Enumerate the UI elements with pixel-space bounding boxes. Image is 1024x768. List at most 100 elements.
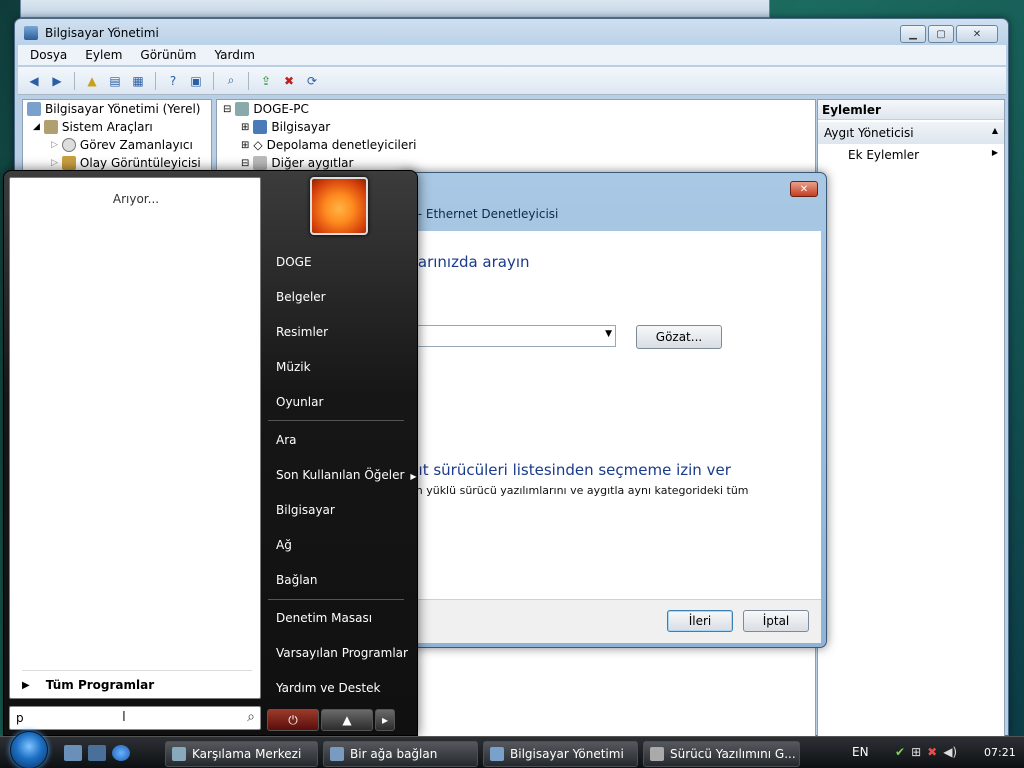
dialog-close-button[interactable]: ✕: [790, 181, 818, 197]
dialog-title: r - Ethernet Denetleyicisi: [409, 207, 559, 221]
uninstall-icon[interactable]: ✖: [279, 71, 299, 91]
start-item-computer[interactable]: Bilgisayar: [276, 503, 335, 517]
start-item-pictures[interactable]: Resimler: [276, 325, 328, 339]
forward-icon[interactable]: ▶: [47, 71, 67, 91]
start-item-default-programs[interactable]: Varsayılan Programlar: [276, 646, 408, 660]
clock-icon: [61, 138, 76, 152]
dialog-heading: yarınızda arayın: [409, 253, 530, 271]
start-button[interactable]: [10, 731, 48, 768]
menu-help[interactable]: Yardım: [214, 48, 254, 62]
start-item-control-panel[interactable]: Denetim Masası: [276, 611, 372, 625]
path-combobox[interactable]: ▼: [409, 325, 616, 347]
computer-icon: [235, 102, 250, 116]
tree-node-system-tools[interactable]: ◢ Sistem Araçları: [33, 120, 153, 134]
up-folder-icon[interactable]: ▲: [82, 71, 102, 91]
taskbar: Karşılama Merkezi Bir ağa bağlan Bilgisa…: [0, 731, 1024, 768]
tree-node-task-scheduler[interactable]: ▷ Görev Zamanlayıcı: [51, 138, 193, 152]
view-icon[interactable]: ▣: [186, 71, 206, 91]
scan-hardware-icon[interactable]: ⌕: [221, 71, 241, 91]
properties-icon[interactable]: ▦: [128, 71, 148, 91]
close-button[interactable]: ✕: [956, 25, 998, 43]
computer-management-icon: [27, 102, 41, 116]
back-icon[interactable]: ◀: [24, 71, 44, 91]
toolbar: ◀ ▶ ▲ ▤ ▦ ? ▣ ⌕ ⇪ ✖ ⟳: [18, 67, 1006, 95]
volume-icon[interactable]: ◀): [943, 745, 957, 759]
start-item-search[interactable]: Ara: [276, 433, 297, 447]
expand-icon: ⊞: [241, 121, 250, 133]
start-item-connect[interactable]: Bağlan: [276, 573, 318, 587]
collapse-arrow-icon: ▷: [51, 140, 58, 150]
switch-windows-icon[interactable]: [88, 745, 106, 761]
update-driver-icon[interactable]: ⇪: [256, 71, 276, 91]
language-indicator[interactable]: EN: [852, 745, 869, 759]
device-node-other[interactable]: ⊟ Diğer aygıtlar: [241, 156, 353, 170]
start-menu-programs-pane: Arıyor... ▶ Tüm Programlar: [9, 177, 261, 699]
start-item-games[interactable]: Oyunlar: [276, 395, 323, 409]
connection-error-icon[interactable]: ✖: [927, 745, 937, 759]
submenu-arrow-icon: ▶: [410, 472, 417, 481]
minimize-button[interactable]: ▁: [900, 25, 926, 43]
menu-view[interactable]: Görünüm: [140, 48, 196, 62]
clock[interactable]: 07:21: [984, 746, 1016, 759]
start-item-user[interactable]: DOGE: [276, 255, 312, 269]
network-icon: [330, 747, 344, 761]
user-avatar[interactable]: [310, 177, 368, 235]
system-tray: ✔ ⊞ ✖ ◀): [895, 745, 957, 759]
security-icon[interactable]: ✔: [895, 745, 905, 759]
menu-file[interactable]: Dosya: [30, 48, 67, 62]
toolbar-separator: [155, 71, 156, 90]
dialog-footer: İleri İptal: [409, 599, 821, 643]
search-icon[interactable]: ⌕: [247, 709, 255, 725]
power-options-arrow-icon[interactable]: ▸: [375, 709, 395, 731]
task-connect-network[interactable]: Bir ağa bağlan: [323, 741, 478, 767]
pick-from-list-description: an yüklü sürücü yazılımlarını ve aygıtla…: [409, 484, 749, 512]
collapse-icon: ⊟: [223, 103, 232, 115]
start-item-documents[interactable]: Belgeler: [276, 290, 326, 304]
action-more-actions[interactable]: Ek Eylemler ▶: [848, 148, 998, 162]
start-item-network[interactable]: Ağ: [276, 538, 292, 552]
tree-node-event-viewer[interactable]: ▷ Olay Görüntüleyicisi: [51, 156, 201, 170]
all-programs-button[interactable]: ▶ Tüm Programlar: [22, 678, 154, 692]
cancel-button[interactable]: İptal: [743, 610, 809, 632]
network-status-icon[interactable]: ⊞: [911, 745, 921, 759]
show-desktop-icon[interactable]: [64, 745, 82, 761]
menu-action[interactable]: Eylem: [85, 48, 122, 62]
start-separator: [268, 599, 404, 600]
tree-node-root[interactable]: Bilgisayar Yönetimi (Yerel): [27, 102, 200, 116]
show-tree-icon[interactable]: ▤: [105, 71, 125, 91]
start-item-music[interactable]: Müzik: [276, 360, 311, 374]
collapse-icon: ⊟: [241, 157, 250, 169]
internet-explorer-icon[interactable]: [112, 745, 130, 761]
start-item-help[interactable]: Yardım ve Destek: [276, 681, 380, 695]
event-viewer-icon: [61, 156, 76, 170]
lock-icon[interactable]: ▲: [321, 709, 373, 731]
start-item-recent-items[interactable]: Son Kullanılan Öğeler ▶: [276, 468, 417, 482]
window-controls: ▁ ▢ ✕: [900, 25, 998, 43]
window-title: Bilgisayar Yönetimi: [45, 26, 159, 40]
browse-button[interactable]: Gözat...: [636, 325, 722, 349]
start-search-input[interactable]: p I ⌕: [9, 706, 261, 730]
device-node-storage[interactable]: ⊞ ◇ Depolama denetleyicileri: [241, 138, 417, 152]
task-welcome-center[interactable]: Karşılama Merkezi: [165, 741, 318, 767]
computer-management-icon: [490, 747, 504, 761]
task-computer-management[interactable]: Bilgisayar Yönetimi: [483, 741, 638, 767]
app-icon: [24, 26, 38, 40]
action-device-manager[interactable]: Aygıt Yöneticisi ▲: [818, 122, 1004, 144]
unknown-device-icon: [253, 156, 268, 170]
device-node-pc[interactable]: ⊟ DOGE-PC: [223, 102, 309, 116]
next-button[interactable]: İleri: [667, 610, 733, 632]
power-icon[interactable]: ⏻: [267, 709, 319, 731]
toolbar-separator: [74, 71, 75, 90]
help-icon[interactable]: ?: [163, 71, 183, 91]
tools-icon: [43, 120, 58, 134]
actions-pane: Eylemler Aygıt Yöneticisi ▲ Ek Eylemler ▶: [817, 99, 1005, 739]
maximize-button[interactable]: ▢: [928, 25, 954, 43]
task-driver-software[interactable]: Sürücü Yazılımını G...: [643, 741, 800, 767]
expand-arrow-icon: ◢: [33, 122, 40, 132]
enable-device-icon[interactable]: ⟳: [302, 71, 322, 91]
start-separator: [268, 420, 404, 421]
pick-from-list-option[interactable]: gıt sürücüleri listesinden seçmeme izin …: [409, 461, 731, 479]
device-node-computer[interactable]: ⊞ Bilgisayar: [241, 120, 330, 134]
dropdown-arrow-icon[interactable]: ▼: [605, 329, 612, 339]
actions-header: Eylemler: [818, 100, 1004, 120]
